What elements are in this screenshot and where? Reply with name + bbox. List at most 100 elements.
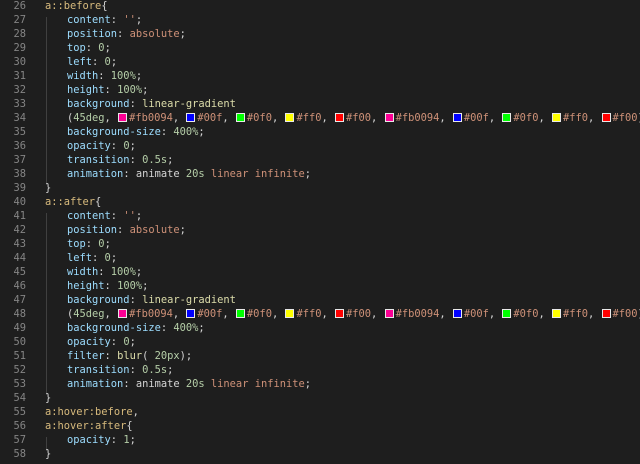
code-line[interactable]: 50 opacity: 0;	[0, 335, 640, 349]
code-token: }	[45, 392, 52, 404]
code-line[interactable]: 40 a::after{	[0, 195, 640, 209]
code-editor[interactable]: 26 a::before{27 content: ''; 28 position: ab…	[0, 0, 640, 464]
code-token: a::before	[45, 0, 102, 12]
line-number: 39	[13, 182, 26, 194]
color-swatch-icon[interactable]	[551, 309, 561, 318]
code-line[interactable]: 45 width: 100%;	[0, 265, 640, 279]
code-token: ,	[222, 112, 235, 124]
color-swatch-icon[interactable]	[186, 309, 196, 318]
color-swatch-icon[interactable]	[335, 309, 345, 318]
code-token: 20s	[185, 168, 205, 180]
color-swatch-icon[interactable]	[235, 113, 245, 122]
color-swatch-icon[interactable]	[452, 309, 462, 318]
code-line[interactable]: 30 left: 0;	[0, 55, 640, 69]
code-line[interactable]: 44 left: 0;	[0, 251, 640, 265]
color-swatch-icon[interactable]	[118, 309, 128, 318]
color-swatch-icon[interactable]	[502, 113, 512, 122]
code-line[interactable]: 29 top: 0;	[0, 41, 640, 55]
code-token: #f00	[346, 308, 372, 320]
color-swatch-icon[interactable]	[285, 309, 295, 318]
color-swatch-icon[interactable]	[502, 309, 512, 318]
code-token: :	[104, 280, 118, 292]
color-swatch-icon[interactable]	[601, 113, 611, 122]
code-text: opacity: 0;	[67, 139, 136, 153]
line-number: 28	[13, 28, 26, 40]
color-swatch-icon[interactable]	[452, 113, 462, 122]
code-token: ;	[135, 14, 143, 26]
code-line[interactable]: 51 filter: blur( 20px);	[0, 349, 640, 363]
code-line[interactable]: 32 height: 100%;	[0, 83, 640, 97]
code-token: ;	[104, 238, 111, 250]
color-swatch-icon[interactable]	[601, 309, 611, 318]
code-line[interactable]: 46 height: 100%;	[0, 279, 640, 293]
color-swatch-icon[interactable]	[186, 113, 196, 122]
code-token: (	[142, 350, 155, 362]
code-line[interactable]: 39}	[0, 181, 640, 195]
code-token: :	[110, 210, 124, 222]
code-token: ,	[371, 112, 384, 124]
code-text: background-size: 400%;	[67, 321, 205, 335]
code-line[interactable]: 33 background: linear-gradient	[0, 97, 640, 111]
code-text: opacity: 0;	[67, 335, 136, 349]
code-token: ;	[167, 364, 174, 376]
color-swatch-icon[interactable]	[551, 113, 561, 122]
code-token: :	[129, 294, 143, 306]
code-token: height	[67, 84, 105, 96]
line-number: 55	[13, 406, 26, 418]
code-token: #0f0	[513, 308, 539, 320]
code-token: ;	[304, 378, 312, 390]
code-text: left: 0;	[67, 251, 117, 265]
code-line[interactable]: 35 background-size: 400%;	[0, 125, 640, 139]
code-line[interactable]: 54}	[0, 391, 640, 405]
code-line[interactable]: 58}	[0, 447, 640, 461]
code-token: }	[45, 182, 52, 194]
line-number: 47	[13, 294, 26, 306]
code-token: height	[67, 280, 105, 292]
color-swatch-icon[interactable]	[118, 113, 128, 122]
code-token: ;	[167, 154, 174, 166]
code-text: }	[45, 391, 51, 405]
code-token: ;	[179, 28, 186, 40]
color-swatch-icon[interactable]	[335, 113, 345, 122]
code-token: ,	[271, 308, 285, 320]
code-line[interactable]: 34 (45deg, #fb0094, #00f, #0f0, #ff0, #f0…	[0, 111, 640, 125]
code-line[interactable]: 47 background: linear-gradient	[0, 293, 640, 307]
code-token: opacity	[67, 336, 111, 348]
line-number: 26	[13, 0, 26, 12]
code-line[interactable]: 56 a:hover:after{	[0, 419, 640, 433]
line-number: 49	[13, 322, 26, 334]
color-swatch-icon[interactable]	[285, 113, 295, 122]
code-token: :	[110, 434, 124, 446]
code-line[interactable]: 52 transition: 0.5s;	[0, 363, 640, 377]
color-swatch-icon[interactable]	[235, 309, 245, 318]
code-line[interactable]: 27 content: '';	[0, 13, 640, 27]
code-line[interactable]: 31 width: 100%;	[0, 69, 640, 83]
code-line[interactable]: 42 position: absolute;	[0, 223, 640, 237]
code-token: :	[85, 238, 99, 250]
code-text: }	[45, 447, 51, 461]
code-line[interactable]: 53 animation: animate 20s linear infinite…	[0, 377, 640, 391]
code-line[interactable]: 38 animation: animate 20s linear infinite…	[0, 167, 640, 181]
code-line[interactable]: 37 transition: 0.5s;	[0, 153, 640, 167]
code-token: #fb0094	[129, 308, 173, 320]
code-text: (45deg, #fb0094, #00f, #0f0, #ff0, #f00,…	[67, 111, 640, 125]
code-line[interactable]: 26 a::before{	[0, 0, 640, 13]
color-swatch-icon[interactable]	[384, 309, 394, 318]
code-line[interactable]: 28 position: absolute;	[0, 27, 640, 41]
code-line[interactable]: 48 (45deg, #fb0094, #00f, #0f0, #ff0, #f0…	[0, 307, 640, 321]
code-token: left	[67, 252, 93, 264]
color-swatch-icon[interactable]	[384, 113, 394, 122]
code-line[interactable]: 41 content: '';	[0, 209, 640, 223]
line-number: 42	[13, 224, 26, 236]
code-line[interactable]: 55 a:hover:before,	[0, 405, 640, 419]
code-token: a:hover:before	[45, 406, 133, 418]
code-line[interactable]: 49 background-size: 400%;	[0, 321, 640, 335]
code-text: opacity: 1;	[67, 433, 136, 447]
code-token: ;	[129, 140, 136, 152]
code-line[interactable]: 36 opacity: 0;	[0, 139, 640, 153]
code-token: transition	[67, 364, 130, 376]
code-text: filter: blur( 20px);	[67, 349, 192, 363]
code-line[interactable]: 43 top: 0;	[0, 237, 640, 251]
code-token: ''	[123, 14, 136, 26]
code-line[interactable]: 57 opacity: 1;	[0, 433, 640, 447]
